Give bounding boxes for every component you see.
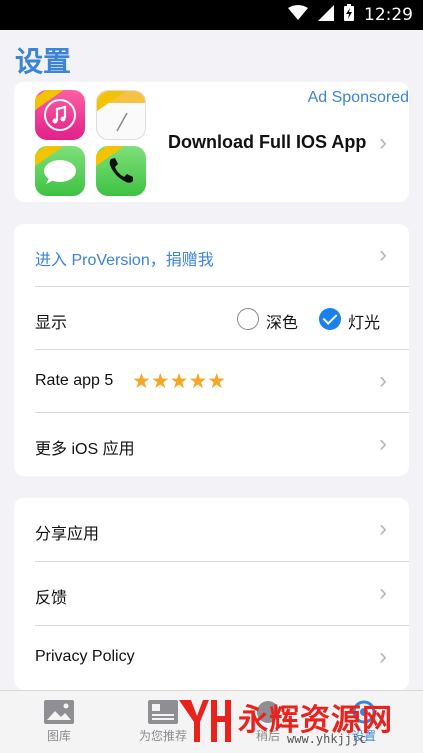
watermark-overlay: 永辉资源网 www.yhkjjjc — [175, 692, 420, 750]
watermark-logo-icon — [175, 694, 233, 753]
share-app-row[interactable]: 分享应用 › — [14, 498, 409, 561]
chevron-right-icon: › — [379, 579, 387, 606]
tab-gallery-label: 图库 — [46, 729, 71, 743]
phone-app-icon — [96, 146, 146, 196]
share-app-label: 分享应用 — [35, 526, 100, 543]
pro-version-label: 进入 ProVersion，捐赠我 — [35, 252, 214, 269]
rate-app-label: Rate app 5 — [35, 372, 114, 389]
display-row: 显示 深色 灯光 — [14, 287, 409, 350]
chevron-right-icon: › — [379, 643, 387, 670]
signal-icon — [318, 4, 334, 26]
more-ios-apps-row[interactable]: 更多 iOS 应用 › — [14, 413, 409, 476]
rate-app-row[interactable]: Rate app 5 ★★★★★ › — [14, 350, 409, 413]
dark-mode-radio[interactable] — [237, 308, 259, 330]
pro-version-row[interactable]: 进入 ProVersion，捐赠我 › — [14, 224, 409, 287]
feedback-label: 反馈 — [35, 590, 68, 607]
chevron-right-icon: › — [379, 241, 387, 268]
gallery-icon — [43, 699, 75, 725]
feedback-row[interactable]: 反馈 › — [14, 562, 409, 625]
music-app-icon — [35, 90, 85, 140]
watermark-url: www.yhkjjjc — [287, 732, 367, 746]
ad-sponsored-label: Ad Sponsored — [307, 89, 409, 106]
settings-section-1: 进入 ProVersion，捐赠我 › 显示 深色 灯光 Rate app 5 … — [14, 224, 409, 476]
privacy-policy-label: Privacy Policy — [35, 648, 135, 665]
more-ios-apps-label: 更多 iOS 应用 — [35, 441, 135, 458]
chevron-right-icon: › — [379, 129, 387, 156]
status-bar: 12:29 — [0, 0, 423, 30]
ad-banner[interactable]: Ad Sponsored Download Full IOS App › — [14, 82, 409, 202]
privacy-policy-row[interactable]: Privacy Policy › — [14, 626, 409, 689]
messages-app-icon — [35, 146, 85, 196]
chevron-right-icon: › — [379, 515, 387, 542]
dark-mode-label: 深色 — [266, 315, 299, 332]
light-mode-radio[interactable] — [319, 308, 341, 330]
battery-charging-icon — [344, 4, 354, 26]
ad-download-text: Download Full IOS App — [168, 132, 367, 152]
tab-gallery[interactable]: 图库 — [9, 691, 109, 753]
clock: 12:29 — [364, 5, 413, 25]
chevron-right-icon: › — [379, 430, 387, 457]
page-title: 设置 — [15, 45, 72, 78]
wifi-icon — [288, 4, 308, 26]
star-rating-icons: ★★★★★ — [132, 370, 227, 393]
display-label: 显示 — [35, 315, 68, 332]
settings-section-2: 分享应用 › 反馈 › Privacy Policy › — [14, 498, 409, 690]
notes-app-icon — [96, 90, 146, 140]
light-mode-label: 灯光 — [348, 315, 381, 332]
chevron-right-icon: › — [379, 367, 387, 394]
